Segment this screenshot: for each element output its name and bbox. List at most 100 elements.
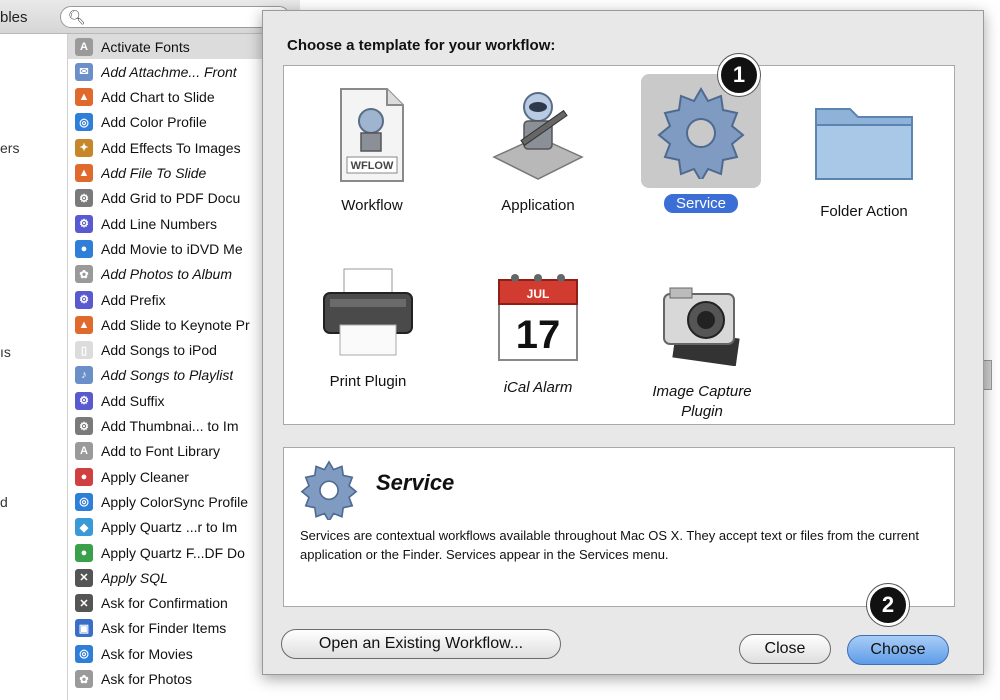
action-label: Add Slide to Keynote Pr	[101, 316, 250, 333]
action-icon: ●	[75, 543, 93, 562]
variables-tab-label[interactable]: bles	[0, 9, 28, 26]
action-list-item[interactable]: ▣ Ask for Finder Items	[68, 616, 268, 641]
action-list-item[interactable]: ⚙ Add Suffix	[68, 388, 268, 413]
gear-icon	[298, 458, 360, 523]
folder-icon	[809, 86, 919, 196]
action-list-item[interactable]: A Add to Font Library	[68, 439, 268, 464]
svg-text:JUL: JUL	[527, 287, 550, 301]
action-label: Add File To Slide	[101, 165, 207, 181]
action-list-item[interactable]: ● Apply Cleaner	[68, 464, 268, 489]
template-label: Service	[663, 194, 739, 213]
calendar-icon: JUL 17	[483, 262, 593, 372]
template-label: Image Capture Plugin	[652, 383, 752, 420]
action-label: Add Effects To Images	[101, 139, 241, 156]
template-label: Workflow	[341, 197, 403, 214]
action-list-item[interactable]: ● Apply Quartz F...DF Do	[68, 540, 268, 565]
category-label[interactable]: ıs	[0, 344, 11, 360]
action-icon: ▲	[75, 164, 93, 182]
action-list-item[interactable]: ✦ Add Effects To Images	[68, 135, 268, 160]
template-workflow[interactable]: WFLOW Workflow	[302, 80, 442, 216]
action-label: Add to Font Library	[101, 443, 221, 460]
action-list-item[interactable]: ✿ Ask for Photos	[68, 667, 268, 692]
action-label: Apply SQL	[101, 569, 168, 586]
action-label: Ask for Confirmation	[101, 595, 228, 612]
action-label: Add Color Profile	[101, 114, 207, 131]
action-icon: ▯	[75, 341, 93, 360]
action-icon: A	[75, 37, 93, 56]
category-label[interactable]: ers	[0, 140, 19, 156]
template-image-capture-plugin[interactable]: Image Capture Plugin	[632, 266, 772, 422]
action-list-item[interactable]: ◎ Apply ColorSync Profile	[68, 489, 268, 514]
action-icon: ◎	[75, 492, 93, 511]
action-label: Apply ColorSync Profile	[101, 493, 249, 510]
action-list-item[interactable]: ▲ Add File To Slide	[68, 161, 268, 186]
action-list-item[interactable]: ▲ Add Slide to Keynote Pr	[68, 312, 268, 337]
wflow-badge-text: WFLOW	[351, 160, 394, 172]
template-ical-alarm[interactable]: JUL 17 iCal Alarm	[468, 262, 608, 398]
action-icon: ▣	[75, 619, 93, 638]
action-label: Ask for Finder Items	[101, 620, 227, 637]
template-application[interactable]: Application	[468, 80, 608, 216]
action-icon: ✦	[75, 138, 93, 157]
action-list-item[interactable]: ⚙ Add Thumbnai... to Im	[68, 414, 268, 439]
action-list-item[interactable]: A Activate Fonts	[68, 34, 268, 59]
template-grid: WFLOW Workflow Application Service Folde…	[283, 65, 955, 425]
action-list-item[interactable]: ⚙ Add Line Numbers	[68, 211, 268, 236]
action-label: Apply Cleaner	[101, 468, 189, 485]
action-list-item[interactable]: ● Add Movie to iDVD Me	[68, 236, 268, 261]
action-list-item[interactable]: ♪ Add Songs to Playlist	[68, 363, 268, 388]
action-label: Add Thumbnai... to Im	[101, 418, 239, 434]
action-list-item[interactable]: ▯ Add Songs to iPod	[68, 338, 268, 363]
action-list-item[interactable]: ✕ Ask for Confirmation	[68, 591, 268, 616]
action-label: Ask for Movies	[101, 645, 193, 662]
action-label: Ask for Photos	[101, 671, 193, 687]
action-list-item[interactable]: ◎ Add Color Profile	[68, 110, 268, 135]
action-icon: ✕	[75, 568, 93, 587]
callout-marker-2: 2	[867, 584, 909, 626]
action-icon: ⚙	[75, 417, 93, 435]
template-folder-action[interactable]: Folder Action	[794, 86, 934, 222]
action-icon: ●	[75, 467, 93, 486]
magnifier-icon: 🔍︎	[68, 9, 86, 25]
action-search-field[interactable]: 🔍︎	[60, 6, 290, 28]
open-existing-workflow-button[interactable]: Open an Existing Workflow...	[281, 629, 561, 659]
action-label: Apply Quartz ...r to Im	[101, 519, 238, 536]
action-list-item[interactable]: ✉ Add Attachme... Front	[68, 59, 268, 84]
action-icon: ●	[75, 239, 93, 258]
action-label: Add Chart to Slide	[101, 89, 215, 106]
wflow-document-icon: WFLOW	[317, 80, 427, 190]
action-list-item[interactable]: ▲ Add Chart to Slide	[68, 85, 268, 110]
action-label: Add Songs to Playlist	[101, 367, 234, 384]
action-icon: ✿	[75, 265, 93, 284]
template-label: Folder Action	[820, 203, 908, 220]
action-list-item[interactable]: ✕ Apply SQL	[68, 565, 268, 590]
action-label: Add Grid to PDF Docu	[101, 190, 241, 207]
action-label: Add Suffix	[101, 392, 165, 409]
action-list-item[interactable]: ◎ Ask for Movies	[68, 641, 268, 666]
template-print-plugin[interactable]: Print Plugin	[298, 256, 438, 392]
action-label: Add Attachme... Front	[101, 63, 237, 80]
automator-robot-icon	[483, 80, 593, 190]
sheet-title: Choose a template for your workflow:	[287, 37, 556, 54]
action-icon: ⚙	[75, 214, 93, 233]
action-icon: ⚙	[75, 391, 93, 410]
action-icon: ◎	[75, 644, 93, 663]
action-list-item[interactable]: ⚙ Add Prefix	[68, 287, 268, 312]
action-icon: ▲	[75, 88, 93, 107]
template-label: iCal Alarm	[503, 379, 573, 396]
template-service[interactable]: Service	[631, 74, 771, 214]
action-icon: ◎	[75, 113, 93, 132]
printer-icon	[313, 256, 423, 366]
svg-text:17: 17	[516, 313, 561, 357]
choose-button[interactable]: Choose	[847, 635, 949, 665]
template-label: Application	[501, 197, 575, 214]
close-button[interactable]: Close	[739, 634, 831, 664]
description-text: Services are contextual workflows availa…	[300, 528, 919, 562]
action-icon: ✕	[75, 594, 93, 613]
action-list-item[interactable]: ⚙ Add Grid to PDF Docu	[68, 186, 268, 211]
action-list-item[interactable]: ◆ Apply Quartz ...r to Im	[68, 515, 268, 540]
callout-marker-1: 1	[718, 54, 760, 96]
action-list-item[interactable]: ✿ Add Photos to Album	[68, 262, 268, 287]
category-label[interactable]: d	[0, 494, 8, 510]
template-chooser-sheet: Choose a template for your workflow: WFL…	[262, 10, 984, 675]
